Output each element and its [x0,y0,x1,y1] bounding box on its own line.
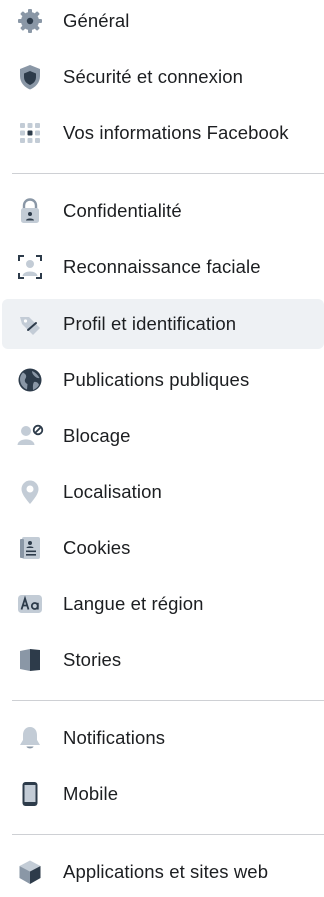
tag-icon [15,309,45,339]
section-divider [12,700,324,701]
menu-item-label: Notifications [63,727,166,748]
menu-item-label: Reconnaissance faciale [63,256,261,277]
phone-icon [15,779,45,809]
menu-item-label: Publications publiques [63,369,250,390]
section-divider [12,173,324,174]
menu-item-stories[interactable]: Stories [2,635,324,685]
menu-item-blocking[interactable]: Blocage [2,411,324,461]
menu-item-label: Langue et région [63,593,204,614]
menu-item-label: Sécurité et connexion [63,66,244,87]
globe-icon [15,365,45,395]
menu-item-label: Stories [63,649,122,670]
menu-item-profile-tagging[interactable]: Profil et identification [2,299,324,349]
menu-item-notifications[interactable]: Notifications [2,713,324,763]
face-scan-icon [15,252,45,282]
menu-item-general[interactable]: Général [2,0,324,46]
language-icon [15,589,45,619]
menu-item-security[interactable]: Sécurité et connexion [2,52,324,102]
menu-item-face-recognition[interactable]: Reconnaissance faciale [2,242,324,292]
document-icon [15,533,45,563]
menu-item-facebook-info[interactable]: Vos informations Facebook [2,108,324,158]
menu-item-label: Applications et sites web [63,861,269,882]
gear-icon [15,6,45,36]
menu-item-language-region[interactable]: Langue et région [2,579,324,629]
menu-item-public-posts[interactable]: Publications publiques [2,355,324,405]
menu-item-label: Confidentialité [63,200,182,221]
menu-item-label: Profil et identification [63,313,237,334]
bell-icon [15,723,45,753]
location-pin-icon [15,477,45,507]
menu-item-privacy[interactable]: Confidentialité [2,186,324,236]
menu-item-apps-websites[interactable]: Applications et sites web [2,847,324,897]
cube-icon [15,857,45,887]
section-divider [12,834,324,835]
menu-item-cookies[interactable]: Cookies [2,523,324,573]
book-icon [15,645,45,675]
person-blocked-icon [15,421,45,451]
grid-icon [15,118,45,148]
menu-item-location[interactable]: Localisation [2,467,324,517]
shield-icon [15,62,45,92]
menu-item-label: Général [63,10,130,31]
menu-item-label: Localisation [63,481,162,502]
menu-item-label: Cookies [63,537,131,558]
menu-item-label: Blocage [63,425,131,446]
menu-item-label: Mobile [63,783,119,804]
menu-item-label: Vos informations Facebook [63,122,289,143]
menu-item-mobile[interactable]: Mobile [2,769,324,819]
settings-menu: Général Sécurité et connexion Vos inform… [0,0,324,885]
lock-icon [15,196,45,226]
